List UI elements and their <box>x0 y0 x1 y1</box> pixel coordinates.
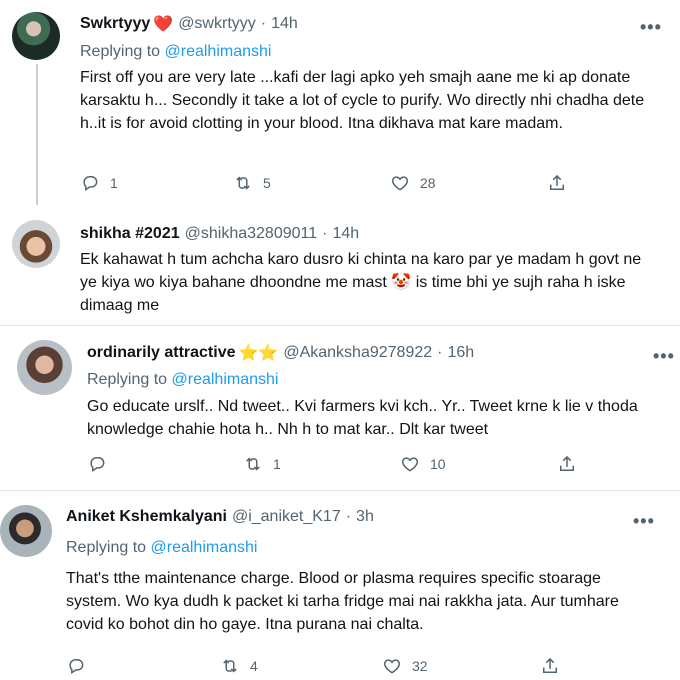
share-icon <box>560 455 574 471</box>
tweet[interactable]: Swkrtyyy ❤️ @swkrtyyy · 14h ••• Replying… <box>0 0 680 205</box>
reply-icon <box>69 659 84 675</box>
like-count: 32 <box>412 658 428 674</box>
timestamp[interactable]: 16h <box>447 344 474 362</box>
share-button[interactable] <box>547 173 567 193</box>
display-name[interactable]: Aniket Kshemkalyani <box>66 508 227 526</box>
tweet-actions: 1 5 28 <box>80 173 660 195</box>
star-emoji: ⭐⭐ <box>238 345 279 362</box>
retweet-count: 4 <box>250 658 258 674</box>
tweet-text: Ek kahawat h tum achcha karo dusro ki ch… <box>80 248 660 317</box>
replying-label: Replying to <box>80 43 161 60</box>
more-icon[interactable]: ••• <box>633 512 655 530</box>
retweet-icon <box>246 457 260 471</box>
user-handle[interactable]: @Akanksha9278922 <box>283 344 432 362</box>
separator: · <box>260 15 267 32</box>
replying-to: Replying to @realhimanshi <box>66 539 257 557</box>
avatar[interactable] <box>17 340 72 395</box>
timestamp[interactable]: 14h <box>271 15 298 33</box>
retweet-button[interactable]: 4 <box>220 656 258 676</box>
tweet-text: That's tthe maintenance charge. Blood or… <box>66 570 619 633</box>
display-name[interactable]: Swkrtyyy <box>80 15 150 33</box>
reply-icon <box>83 176 98 192</box>
heart-emoji: ❤️ <box>153 16 174 33</box>
reply-button[interactable] <box>87 454 117 474</box>
user-handle[interactable]: @i_aniket_K17 <box>232 508 341 526</box>
like-icon <box>401 457 419 472</box>
like-count: 28 <box>420 175 436 191</box>
share-icon <box>550 174 564 190</box>
avatar[interactable] <box>12 12 60 60</box>
avatar[interactable] <box>0 505 52 557</box>
share-icon <box>543 657 557 673</box>
like-button[interactable]: 32 <box>382 656 428 676</box>
tweet[interactable]: shikha #2021 @shikha32809011 · 14h Ek ka… <box>0 205 680 325</box>
tweet-header: ordinarily attractive ⭐⭐ @Akanksha927892… <box>87 343 474 363</box>
tweet-header: Aniket Kshemkalyani @i_aniket_K17 · 3h <box>66 508 374 526</box>
clown-emoji: 🤡 <box>391 274 412 291</box>
display-name[interactable]: ordinarily attractive <box>87 344 236 362</box>
reply-count: 1 <box>110 175 118 191</box>
mention-link[interactable]: @realhimanshi <box>151 539 258 556</box>
like-icon <box>391 176 409 191</box>
retweet-button[interactable]: 5 <box>233 173 271 193</box>
replying-label: Replying to <box>87 371 168 388</box>
share-button[interactable] <box>557 454 577 474</box>
reply-icon <box>90 457 105 473</box>
separator: · <box>345 508 352 525</box>
share-button[interactable] <box>540 656 560 676</box>
separator: · <box>322 225 328 242</box>
tweet-header: shikha #2021 @shikha32809011 · 14h <box>80 225 359 243</box>
retweet-button[interactable]: 1 <box>243 454 281 474</box>
timestamp[interactable]: 14h <box>332 225 359 243</box>
more-icon[interactable]: ••• <box>653 347 675 365</box>
replying-label: Replying to <box>66 539 147 556</box>
tweet[interactable]: ordinarily attractive ⭐⭐ @Akanksha927892… <box>0 326 680 490</box>
tweet-text: First off you are very late ...kafi der … <box>80 69 645 132</box>
retweet-icon <box>223 659 237 673</box>
user-handle[interactable]: @shikha32809011 <box>185 225 318 243</box>
timestamp[interactable]: 3h <box>356 508 374 526</box>
reply-button[interactable]: 1 <box>80 173 118 193</box>
replying-to: Replying to @realhimanshi <box>87 371 278 389</box>
user-handle[interactable]: @swkrtyyy <box>178 15 256 33</box>
tweet-header: Swkrtyyy ❤️ @swkrtyyy · 14h <box>80 14 298 34</box>
thread-line <box>36 64 38 205</box>
like-button[interactable]: 10 <box>400 454 446 474</box>
like-icon <box>383 659 401 674</box>
mention-link[interactable]: @realhimanshi <box>172 371 279 388</box>
retweet-count: 1 <box>273 456 281 472</box>
more-icon[interactable]: ••• <box>640 18 662 36</box>
like-button[interactable]: 28 <box>390 173 436 193</box>
retweet-count: 5 <box>263 175 271 191</box>
mention-link[interactable]: @realhimanshi <box>165 43 272 60</box>
tweet-actions: 4 32 <box>66 656 656 678</box>
like-count: 10 <box>430 456 446 472</box>
avatar[interactable] <box>12 220 60 268</box>
tweet-text: Go educate urslf.. Nd tweet.. Kvi farmer… <box>87 398 638 438</box>
display-name[interactable]: shikha #2021 <box>80 225 180 243</box>
tweet[interactable]: Aniket Kshemkalyani @i_aniket_K17 · 3h •… <box>0 491 680 680</box>
reply-button[interactable] <box>66 656 96 676</box>
tweet-actions: 1 10 <box>87 454 667 476</box>
retweet-icon <box>236 176 250 190</box>
separator: · <box>437 344 443 361</box>
replying-to: Replying to @realhimanshi <box>80 43 271 61</box>
